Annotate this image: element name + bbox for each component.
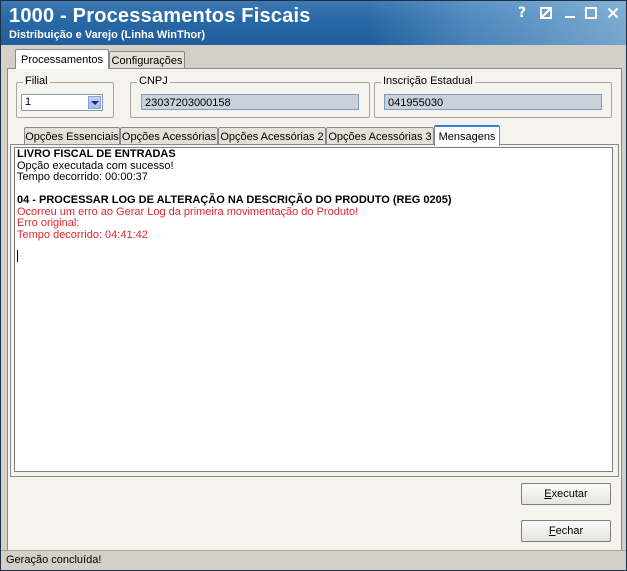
- cnpj-field[interactable]: 23037203000158: [141, 94, 359, 110]
- window-title: 1000 - Processamentos Fiscais: [9, 5, 311, 27]
- message-line: 04 - PROCESSAR LOG DE ALTERAÇÃO NA DESCR…: [17, 194, 452, 206]
- tab-opcoes-acessorias-2[interactable]: Opções Acessórias 2: [218, 127, 326, 145]
- executar-label: xecutar: [551, 488, 588, 500]
- filial-label: Filial: [23, 75, 50, 87]
- restore-icon[interactable]: [536, 4, 556, 22]
- title-bar[interactable]: 1000 - Processamentos Fiscais Distribuiç…: [1, 1, 626, 45]
- inscricao-field[interactable]: 041955030: [384, 94, 602, 110]
- tab-opcoes-essenciais[interactable]: Opções Essenciais: [24, 127, 120, 145]
- tab-mensagens[interactable]: Mensagens: [434, 125, 500, 146]
- chevron-down-icon[interactable]: [88, 96, 101, 109]
- message-line: Tempo decorrido: 04:41:42: [17, 228, 148, 241]
- sub-tab-strip: Opções Essenciais Opções Acessórias Opçõ…: [12, 125, 612, 146]
- window-subtitle: Distribuição e Varejo (Linha WinThor): [9, 29, 206, 41]
- executar-accel: E: [544, 488, 552, 500]
- message-line: Tempo decorrido: 00:00:37: [17, 171, 148, 183]
- executar-button[interactable]: Executar: [521, 483, 611, 505]
- fechar-button[interactable]: Fechar: [521, 520, 611, 542]
- message-line: Erro original:: [17, 217, 80, 229]
- cnpj-label: CNPJ: [137, 75, 170, 87]
- main-window: 1000 - Processamentos Fiscais Distribuiç…: [0, 0, 627, 571]
- filial-group: Filial 1: [16, 75, 114, 118]
- close-icon[interactable]: [603, 4, 623, 22]
- message-line: Ocorreu um erro ao Gerar Log da primeira…: [17, 205, 359, 218]
- text-caret: [17, 250, 18, 262]
- message-line: LIVRO FISCAL DE ENTRADAS: [17, 148, 176, 160]
- maximize-icon[interactable]: [581, 4, 601, 22]
- filial-value: 1: [25, 96, 32, 108]
- minimize-icon[interactable]: [560, 4, 580, 22]
- tab-opcoes-acessorias[interactable]: Opções Acessórias: [120, 127, 218, 145]
- status-bar: Geração concluída!: [1, 550, 626, 570]
- fechar-accel: F: [548, 525, 556, 537]
- inscricao-label: Inscrição Estadual: [381, 75, 475, 87]
- inscricao-group: Inscrição Estadual 041955030: [374, 75, 612, 118]
- status-text: Geração concluída!: [6, 554, 102, 566]
- tab-configuracoes[interactable]: Configurações: [109, 51, 185, 69]
- filial-select[interactable]: 1: [21, 94, 103, 111]
- mensagens-panel: LIVRO FISCAL DE ENTRADAS Opção executada…: [10, 144, 619, 477]
- cnpj-group: CNPJ 23037203000158: [130, 75, 370, 118]
- processamentos-panel: Filial 1 CNPJ 23037203000158 Inscrição E…: [7, 68, 622, 552]
- fechar-label: echar: [555, 525, 584, 537]
- help-icon[interactable]: ?: [512, 4, 532, 22]
- messages-memo[interactable]: LIVRO FISCAL DE ENTRADAS Opção executada…: [14, 147, 613, 472]
- tab-processamentos[interactable]: Processamentos: [15, 49, 109, 69]
- tab-opcoes-acessorias-3[interactable]: Opções Acessórias 3: [326, 127, 434, 145]
- window-client: Processamentos Configurações Filial 1 CN…: [1, 45, 626, 570]
